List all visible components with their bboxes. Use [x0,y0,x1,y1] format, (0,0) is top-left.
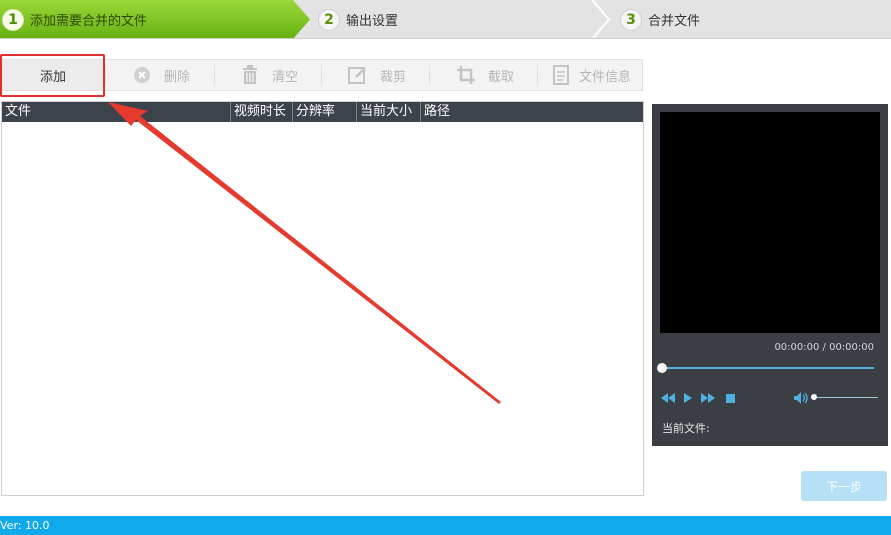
play-icon[interactable] [683,392,693,404]
preview-panel: 00:00:00 / 00:00:00 当前文件: [652,104,888,446]
time-display: 00:00:00 / 00:00:00 [774,342,874,353]
step-2[interactable]: 2 输出设置 [310,0,610,39]
column-header-file[interactable]: 文件 [2,102,231,122]
status-bar: Ver: 10.0 [0,516,891,535]
step-3-label: 合并文件 [648,14,701,29]
step-3-number: 3 [620,8,642,31]
volume-icon[interactable] [794,392,810,404]
seek-bar[interactable] [662,367,874,369]
step-1-label: 添加需要合并的文件 [30,14,148,29]
crop-label: 裁剪 [379,69,406,85]
volume-handle[interactable] [811,394,817,400]
clear-label: 清空 [271,69,298,85]
current-file-label: 当前文件: [662,422,710,435]
column-header-resolution[interactable]: 分辨率 [293,102,357,122]
add-button[interactable]: 添加 [1,60,105,90]
seek-handle[interactable] [657,363,667,373]
stop-icon[interactable] [725,392,735,404]
delete-icon [132,65,152,85]
trash-icon [240,65,260,85]
toolbar: 添加 删除 清空 裁剪 截取 文件信息 [0,59,643,91]
step-header: 1 添加需要合并的文件 2 输出设置 3 合并文件 [0,0,891,39]
file-info-button[interactable]: 文件信息 [541,60,641,90]
column-header-size[interactable]: 当前大小 [357,102,421,122]
fast-forward-icon[interactable] [701,392,715,404]
crop-icon [456,65,476,85]
file-list-table[interactable]: 文件 视频时长 分辨率 当前大小 路径 [1,101,644,496]
toolbar-divider [321,65,322,85]
step-2-number: 2 [318,8,340,31]
delete-button[interactable]: 删除 [111,60,211,90]
step-3[interactable]: 3 合并文件 [610,0,891,39]
rewind-icon[interactable] [661,392,675,404]
toolbar-divider [105,65,106,85]
toolbar-divider [214,65,215,85]
toolbar-divider [537,65,538,85]
toolbar-divider [429,65,430,85]
step-1[interactable]: 1 添加需要合并的文件 [0,0,310,39]
capture-label: 截取 [487,69,514,85]
column-header-duration[interactable]: 视频时长 [231,102,293,122]
table-header: 文件 视频时长 分辨率 当前大小 路径 [2,102,643,122]
video-preview [660,112,880,333]
edit-icon [347,65,368,85]
column-header-path[interactable]: 路径 [421,102,643,122]
next-step-button[interactable]: 下一步 [801,471,887,501]
clear-button[interactable]: 清空 [219,60,319,90]
version-text: Ver: 10.0 [0,519,50,532]
delete-label: 删除 [163,69,190,85]
file-info-icon [551,65,571,85]
step-1-number: 1 [2,8,24,31]
step-2-label: 输出设置 [346,14,399,29]
volume-slider[interactable] [814,397,878,398]
file-info-label: 文件信息 [578,69,631,85]
crop-button[interactable]: 裁剪 [327,60,427,90]
capture-button[interactable]: 截取 [435,60,535,90]
